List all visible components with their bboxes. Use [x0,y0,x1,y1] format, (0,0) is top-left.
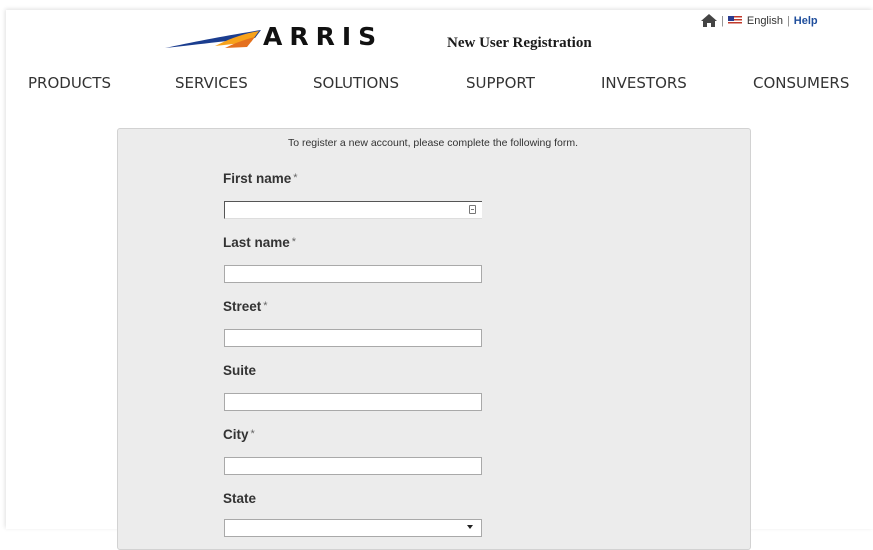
required-marker: * [293,172,298,184]
main-nav: PRODUCTS SERVICES SOLUTIONS SUPPORT INVE… [0,74,873,96]
street-input[interactable] [224,329,482,347]
first-name-label: First name * [223,171,298,186]
state-label-text: State [223,491,257,506]
required-marker: * [291,236,297,248]
state-label: State [223,491,256,506]
help-link[interactable]: Help [794,15,818,27]
utility-bar: | English | Help [701,14,818,27]
nav-item-consumers[interactable]: CONSUMERS [753,74,849,92]
nav-item-services[interactable]: SERVICES [175,74,248,92]
logo-swoosh-icon [165,30,261,48]
state-select[interactable] [224,519,482,537]
language-link[interactable]: English [747,15,783,27]
logo-wordmark: ARRIS [263,22,384,51]
city-label-text: City [223,427,249,442]
required-marker: * [263,300,268,312]
nav-item-solutions[interactable]: SOLUTIONS [313,74,399,92]
suite-label-text: Suite [223,363,257,378]
city-input[interactable] [224,457,482,475]
password-manager-icon[interactable] [469,205,476,214]
nav-item-investors[interactable]: INVESTORS [601,74,687,92]
required-marker: * [250,428,255,440]
city-label: City * [223,427,255,442]
last-name-label-text: Last name [223,235,290,250]
last-name-input[interactable] [224,265,482,283]
us-flag-icon [727,16,742,25]
separator: | [721,14,724,27]
nav-item-products[interactable]: PRODUCTS [28,74,111,92]
suite-label: Suite [223,363,256,378]
form-intro: To register a new account, please comple… [287,137,579,149]
street-label: Street * [223,299,268,314]
first-name-input[interactable] [224,201,482,219]
home-icon[interactable] [701,14,717,27]
nav-item-support[interactable]: SUPPORT [466,74,535,92]
street-label-text: Street [223,299,262,314]
first-name-label-text: First name [223,171,292,186]
last-name-label: Last name * [223,235,296,250]
suite-input[interactable] [224,393,482,411]
arris-logo[interactable]: ARRIS [163,22,393,52]
separator: | [786,14,790,27]
page-title: New User Registration [447,35,592,51]
chevron-down-icon [467,525,473,529]
